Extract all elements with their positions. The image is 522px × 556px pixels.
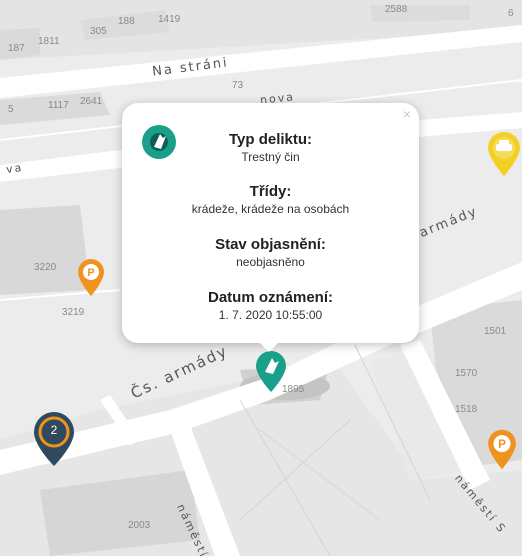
date-value: 1. 7. 2020 10:55:00 [218, 308, 323, 322]
date-field: Datum oznámení: 1. 7. 2020 10:55:00 [122, 289, 419, 322]
crime-type-value: Trestný čin [241, 150, 300, 164]
building-number: 3219 [62, 307, 85, 318]
building-number: 188 [118, 16, 135, 27]
status-value: neobjasněno [236, 255, 305, 269]
date-label: Datum oznámení: [207, 289, 333, 306]
classes-value: krádeže, krádeže na osobách [191, 202, 350, 216]
building-number: 3220 [34, 262, 57, 273]
parking-marker[interactable]: P [76, 258, 106, 298]
parking-marker[interactable]: P [486, 428, 518, 472]
cluster-count: 2 [50, 423, 58, 437]
building-number: 1419 [158, 14, 181, 25]
status-label: Stav objasnění: [215, 236, 326, 253]
building-number: 2641 [80, 96, 103, 107]
building-number: 2588 [385, 4, 408, 15]
parking-glyph: P [498, 438, 506, 451]
building-number: 2003 [128, 520, 151, 531]
crime-type-field: Typ deliktu: Trestný čin [122, 131, 419, 164]
crime-map[interactable]: 187 1811 305 188 1419 2588 6 73 1117 264… [0, 0, 522, 556]
building-number: 1570 [455, 368, 478, 379]
building-number: 73 [232, 80, 244, 91]
classes-label: Třídy: [249, 183, 292, 200]
car-crime-marker[interactable] [486, 130, 522, 178]
building-number: 1518 [455, 404, 478, 415]
classes-field: Třídy: krádeže, krádeže na osobách [122, 183, 419, 216]
building-number: 1811 [38, 36, 60, 47]
parking-glyph: P [87, 267, 94, 279]
theft-crime-marker[interactable] [254, 350, 288, 394]
building-number: 1501 [484, 326, 507, 337]
cluster-pin-icon [34, 412, 74, 466]
cluster-marker[interactable]: 2 [30, 410, 78, 468]
building-number: 1117 [48, 100, 69, 111]
building-number: 187 [8, 43, 25, 54]
building-number: 5 [8, 104, 14, 115]
street-label-fragment: va [5, 160, 25, 177]
building-number: 6 [508, 8, 514, 19]
building-number: 305 [90, 26, 107, 37]
status-field: Stav objasnění: neobjasněno [122, 236, 419, 269]
crime-info-popup: × Typ deliktu: Trestný čin Třídy: krádež… [122, 103, 419, 352]
close-icon[interactable]: × [403, 106, 411, 122]
crime-type-label: Typ deliktu: [228, 131, 313, 148]
